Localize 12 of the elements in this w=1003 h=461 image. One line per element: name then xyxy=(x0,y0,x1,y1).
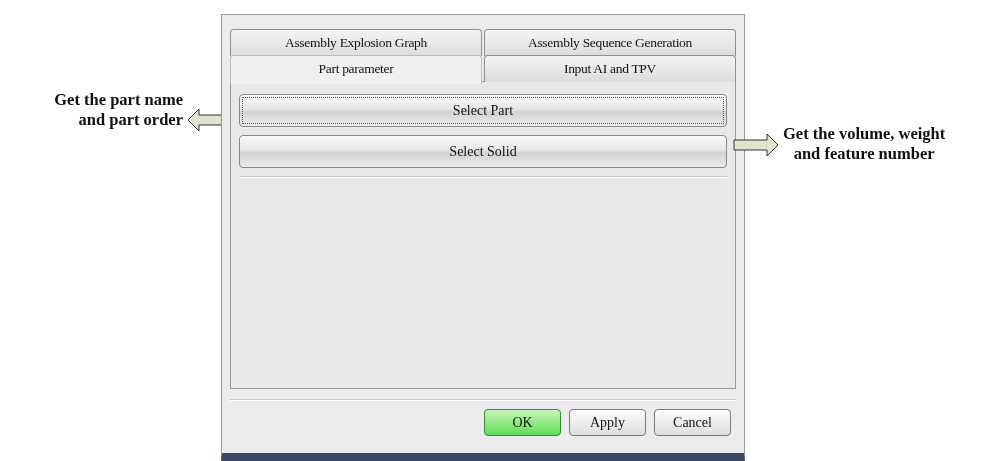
select-button[interactable]: Select Solid xyxy=(239,135,727,168)
dialog-button[interactable]: Cancel xyxy=(654,409,731,436)
tab[interactable]: Assembly Explosion Graph xyxy=(230,29,482,56)
annotation-text: Get the part name and part order xyxy=(54,90,183,130)
tab[interactable]: Input AI and TPV xyxy=(484,55,736,82)
select-button[interactable]: Select Part xyxy=(239,94,727,127)
annotation-text: Get the volume, weight and feature number xyxy=(783,124,946,164)
right-arrow-icon xyxy=(733,133,779,157)
dialog-button[interactable]: OK xyxy=(484,409,561,436)
dialog-button[interactable]: Apply xyxy=(569,409,646,436)
tab[interactable]: Assembly Sequence Generation xyxy=(484,29,736,56)
tab[interactable]: Part parameter xyxy=(230,55,482,84)
